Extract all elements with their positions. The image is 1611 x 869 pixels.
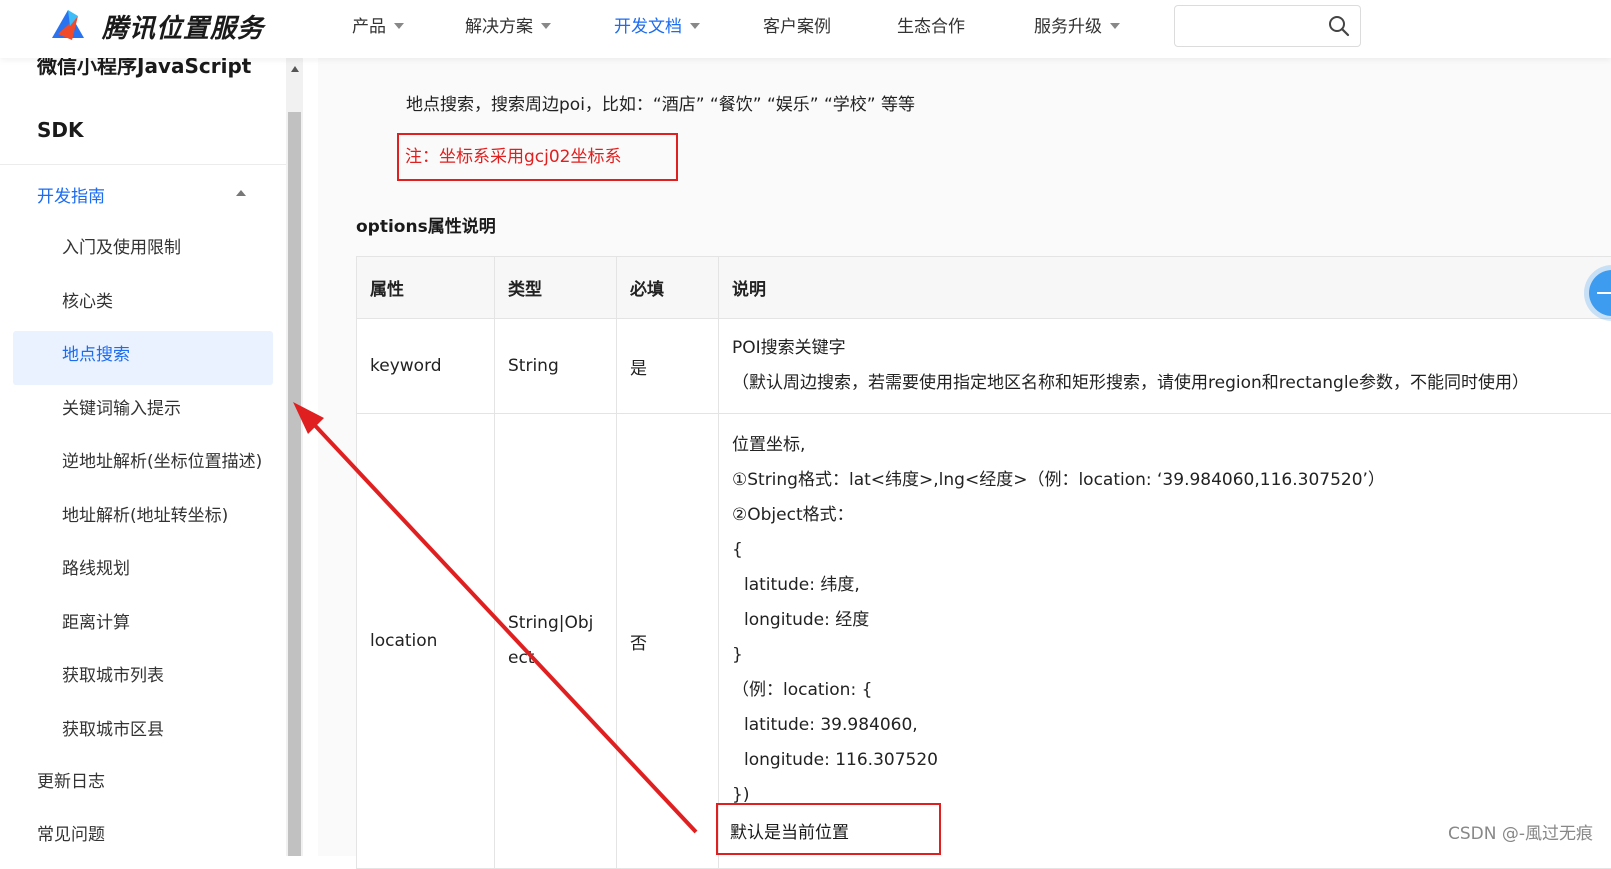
chevron-down-icon [541,23,551,29]
table-row: location String|Object 否 位置坐标, ①String格式… [357,414,1611,869]
description-line: ①String格式：lat<纬度>,lng<经度>（例：location: ‘3… [732,463,1611,498]
sidebar-item-city-list[interactable]: 获取城市列表 [62,661,164,686]
sidebar-item-reverse-geocoder[interactable]: 逆地址解析(坐标位置描述) [62,447,262,472]
divider [0,164,286,165]
nav-item-solutions[interactable]: 解决方案 [465,12,551,37]
description-line: POI搜索关键字 [732,331,1611,366]
coordinate-note: 注：坐标系采用gcj02坐标系 [405,142,622,167]
description-line: { [732,533,1611,568]
sidebar-item-faq[interactable]: 常见问题 [37,820,105,845]
column-header: 属性 [357,257,495,319]
sidebar-item-district[interactable]: 获取城市区县 [62,715,164,740]
intro-text: 地点搜索，搜索周边poi，比如：“酒店” “餐饮” “娱乐” “学校” 等等 [406,90,915,115]
options-table: 属性 类型 必填 说明 keyword String 是 POI搜索关键字 （默… [356,256,1611,869]
chevron-down-icon [394,23,404,29]
nav-label: 生态合作 [897,12,965,37]
nav-label: 服务升级 [1034,12,1102,37]
sidebar-item-suggestion[interactable]: 关键词输入提示 [62,394,181,419]
nav-label: 解决方案 [465,12,533,37]
table-row: keyword String 是 POI搜索关键字 （默认周边搜索，若需要使用指… [357,319,1611,414]
sidebar: 微信小程序JavaScript SDK 开发指南 入门及使用限制 核心类 地点搜… [0,58,286,856]
nav-label: 客户案例 [763,12,831,37]
nav-label: 开发文档 [614,12,682,37]
chevron-up-icon[interactable] [236,190,246,196]
description-line: latitude: 纬度, [732,568,1611,603]
table-cell: location [357,414,495,869]
column-header: 类型 [495,257,617,319]
table-cell-description: 位置坐标, ①String格式：lat<纬度>,lng<经度>（例：locati… [719,414,1611,869]
chevron-down-icon [690,23,700,29]
nav-item-docs[interactable]: 开发文档 [614,12,700,37]
sidebar-item-geocoder[interactable]: 地址解析(地址转坐标) [62,501,228,526]
logo[interactable]: 腾讯位置服务 [48,4,264,48]
sidebar-item-core-class[interactable]: 核心类 [62,287,113,312]
description-line: 位置坐标, [732,428,1611,463]
sidebar-section-dev-guide[interactable]: 开发指南 [37,182,105,207]
nav-item-upgrade[interactable]: 服务升级 [1034,12,1120,37]
table-cell: 否 [617,414,719,869]
nav-item-products[interactable]: 产品 [352,12,404,37]
table-cell: String [495,319,617,414]
nav-label: 产品 [352,12,386,37]
scrollbar-thumb[interactable] [288,112,301,856]
table-header-row: 属性 类型 必填 说明 [357,257,1611,319]
type-value: String|Object [508,606,603,676]
search-icon[interactable] [1328,15,1350,37]
nav-item-ecosystem[interactable]: 生态合作 [897,12,965,37]
table-cell: String|Object [495,414,617,869]
description-line: } [732,638,1611,673]
description-line: ②Object格式： [732,498,1611,533]
logo-icon [48,6,88,46]
sidebar-item-distance[interactable]: 距离计算 [62,608,130,633]
column-header: 说明 [719,257,1611,319]
default-location-note: 默认是当前位置 [730,818,849,843]
options-heading: options属性说明 [356,212,496,237]
description-line: longitude: 经度 [732,603,1611,638]
search-input[interactable] [1174,5,1361,47]
description-line: （例：location: { [732,673,1611,708]
sidebar-active-highlight [13,331,273,385]
sidebar-item-place-search[interactable]: 地点搜索 [62,340,130,365]
sidebar-item-getting-started[interactable]: 入门及使用限制 [62,233,181,258]
sidebar-item-direction[interactable]: 路线规划 [62,554,130,579]
description-line: longitude: 116.307520 [732,743,1611,778]
table-cell: keyword [357,319,495,414]
top-navigation: 腾讯位置服务 产品 解决方案 开发文档 客户案例 生态合作 服务升级 [0,0,1611,58]
table-cell-description: POI搜索关键字 （默认周边搜索，若需要使用指定地区名称和矩形搜索，请使用reg… [719,319,1611,414]
table-cell: 是 [617,319,719,414]
sidebar-item-changelog[interactable]: 更新日志 [37,767,105,792]
chevron-down-icon [1110,23,1120,29]
description-line: latitude: 39.984060, [732,708,1611,743]
scroll-up-icon[interactable] [291,66,299,72]
nav-item-cases[interactable]: 客户案例 [763,12,831,37]
description-line: （默认周边搜索，若需要使用指定地区名称和矩形搜索，请使用region和recta… [732,366,1611,401]
watermark: CSDN @-風过无痕 [1448,819,1593,844]
sidebar-title-sdk: SDK [37,118,84,142]
logo-text: 腾讯位置服务 [102,8,264,45]
column-header: 必填 [617,257,719,319]
sidebar-title: 微信小程序JavaScript [37,58,251,79]
